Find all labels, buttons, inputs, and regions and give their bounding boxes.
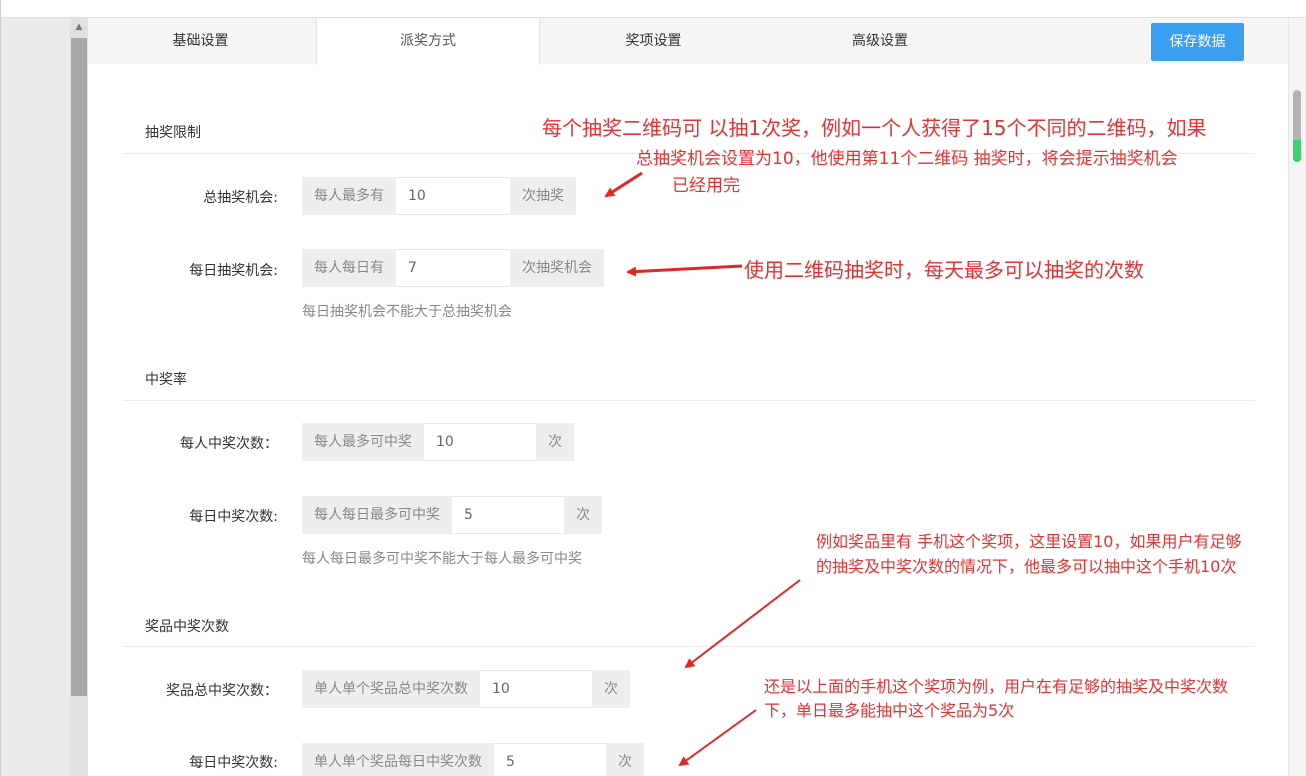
wins-per-person-input[interactable] xyxy=(424,423,536,461)
input-prefix: 每人最多有 xyxy=(302,177,396,215)
input-prefix: 每人最多可中奖 xyxy=(302,423,424,461)
input-suffix: 次 xyxy=(536,423,574,461)
total-draws-input-group: 每人最多有 次抽奖 xyxy=(302,177,576,215)
input-suffix: 次抽奖机会 xyxy=(510,249,604,287)
annotation-total-draws-line1: 每个抽奖二维码可 以抽1次奖，例如一个人获得了15个不同的二维码，如果 xyxy=(542,116,1207,140)
daily-draws-input-group: 每人每日有 次抽奖机会 xyxy=(302,249,604,287)
input-prefix: 单人单个奖品每日中奖次数 xyxy=(302,743,494,776)
annotation-total-draws-line2: 总抽奖机会设置为10，他使用第11个二维码 抽奖时，将会提示抽奖机会 xyxy=(636,149,1178,169)
annotation-prize-total-line1: 例如奖品里有 手机这个奖项，这里设置10，如果用户有足够 xyxy=(816,532,1242,551)
prize-daily-wins-input[interactable] xyxy=(494,743,606,776)
tab-bar: 基础设置 派奖方式 奖项设置 高级设置 xyxy=(88,18,1288,65)
annotation-prize-daily-line1: 还是以上面的手机这个奖项为例，用户在有足够的抽奖及中奖次数 xyxy=(764,677,1229,696)
daily-wins-input[interactable] xyxy=(452,496,564,534)
daily-wins-hint: 每人每日最多可中奖不能大于每人最多可中奖 xyxy=(302,551,582,567)
annotation-prize-total-line2: 的抽奖及中奖次数的情况下，他最多可以抽中这个手机10次 xyxy=(816,557,1237,576)
section-title-prize-wins: 奖品中奖次数 xyxy=(145,619,229,635)
section-title-win-rate: 中奖率 xyxy=(145,372,187,388)
scroll-up-arrow-icon[interactable]: ▲ xyxy=(70,18,88,36)
prize-daily-wins-input-group: 单人单个奖品每日中奖次数 次 xyxy=(302,743,644,776)
left-scrollbar-thumb[interactable] xyxy=(71,38,87,696)
arrow-to-daily-draws xyxy=(626,264,743,277)
tab-basic-settings[interactable]: 基础设置 xyxy=(88,18,313,64)
annotation-prize-daily-line2: 下，单日最多能抽中这个奖品为5次 xyxy=(764,701,1015,720)
prize-total-wins-label: 奖品总中奖次数： xyxy=(166,683,278,699)
arrow-to-prize-total xyxy=(684,579,801,669)
annotation-daily-draws: 使用二维码抽奖时，每天最多可以抽奖的次数 xyxy=(744,258,1144,282)
prize-daily-wins-label: 每日中奖次数: xyxy=(189,755,278,771)
input-prefix: 单人单个奖品总中奖次数 xyxy=(302,670,480,708)
daily-wins-label: 每日中奖次数: xyxy=(189,509,278,525)
tab-prize-settings[interactable]: 奖项设置 xyxy=(541,18,766,64)
section-divider xyxy=(123,646,1255,647)
tab-advanced-settings[interactable]: 高级设置 xyxy=(766,18,994,64)
arrow-to-prize-daily xyxy=(678,709,757,767)
daily-draws-input[interactable] xyxy=(396,249,510,287)
prize-total-wins-input[interactable] xyxy=(480,670,592,708)
total-draws-label: 总抽奖机会: xyxy=(203,190,278,206)
tab-prize-distribution[interactable]: 派奖方式 xyxy=(316,18,540,65)
input-suffix: 次 xyxy=(606,743,644,776)
input-prefix: 每人每日最多可中奖 xyxy=(302,496,452,534)
daily-draws-label: 每日抽奖机会: xyxy=(189,263,278,279)
save-data-button[interactable]: 保存数据 xyxy=(1151,23,1244,61)
right-scrollbar-thumb[interactable] xyxy=(1293,90,1301,162)
wins-per-person-label: 每人中奖次数： xyxy=(180,436,278,452)
left-side-panel xyxy=(1,18,70,776)
daily-wins-input-group: 每人每日最多可中奖 次 xyxy=(302,496,602,534)
section-title-draw-limit: 抽奖限制 xyxy=(145,125,201,141)
input-prefix: 每人每日有 xyxy=(302,249,396,287)
total-draws-input[interactable] xyxy=(396,177,510,215)
arrow-to-total-draws xyxy=(604,171,643,198)
wins-per-person-input-group: 每人最多可中奖 次 xyxy=(302,423,574,461)
input-suffix: 次 xyxy=(592,670,630,708)
input-suffix: 次抽奖 xyxy=(510,177,576,215)
prize-total-wins-input-group: 单人单个奖品总中奖次数 次 xyxy=(302,670,630,708)
input-suffix: 次 xyxy=(564,496,602,534)
annotation-total-draws-line3: 已经用完 xyxy=(672,176,740,196)
section-divider xyxy=(123,400,1255,401)
daily-draws-hint: 每日抽奖机会不能大于总抽奖机会 xyxy=(302,304,512,320)
